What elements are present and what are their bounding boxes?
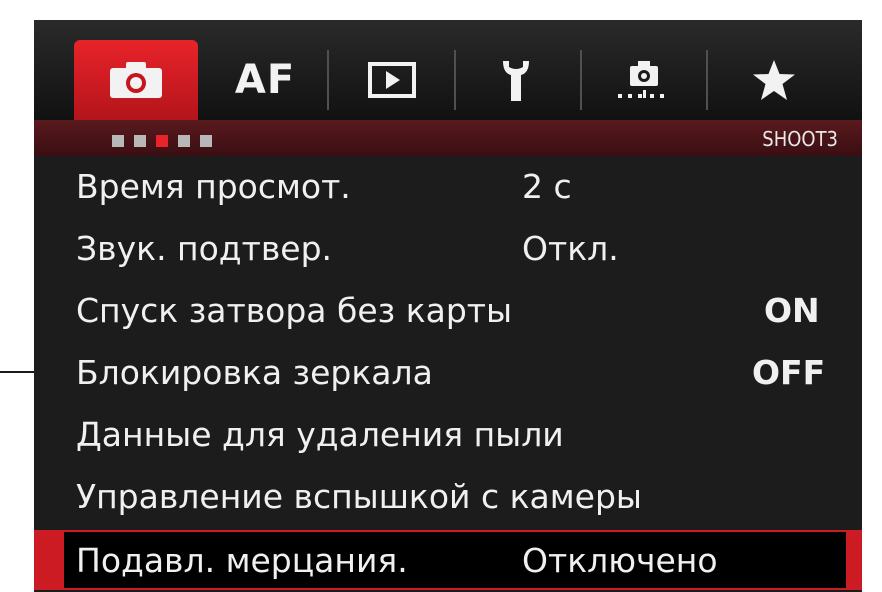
- menu-item-value: OFF: [752, 353, 826, 392]
- tab-playback[interactable]: [334, 40, 450, 120]
- menu-item-value: Отключено: [522, 541, 718, 580]
- menu-item-mirror-lockup[interactable]: Блокировка зеркала OFF: [34, 342, 862, 404]
- menu-item-label: Подавл. мерцания.: [76, 541, 408, 580]
- page-indicator-bar: SHOOT3: [34, 120, 862, 156]
- tab-custom-functions[interactable]: [584, 40, 704, 120]
- menu-tab-bar: AF: [34, 20, 862, 120]
- tab-af-label: AF: [234, 57, 296, 103]
- tab-separator: [580, 50, 582, 110]
- page-dot: [200, 135, 212, 147]
- page-dot-active: [156, 135, 168, 147]
- menu-item-label: Управление вспышкой с камеры: [76, 477, 642, 516]
- menu-item-release-without-card[interactable]: Спуск затвора без карты ON: [34, 280, 862, 342]
- menu-item-beep[interactable]: Звук. подтвер. Откл.: [34, 218, 862, 280]
- tab-af[interactable]: AF: [210, 40, 320, 120]
- camera-menu-screen: AF SHOOT3 Время просмот. 2 с Звук. подтв…: [34, 20, 862, 592]
- page-dot: [178, 135, 190, 147]
- play-icon: [367, 61, 417, 99]
- page-code-label: SHOOT3: [762, 127, 838, 151]
- menu-item-label: Спуск затвора без карты: [76, 291, 513, 330]
- menu-item-label: Время просмот.: [76, 167, 351, 206]
- menu-item-label: Звук. подтвер.: [76, 229, 333, 268]
- page-dot: [112, 135, 124, 147]
- tab-shooting[interactable]: [74, 40, 198, 120]
- tab-separator: [706, 50, 708, 110]
- menu-item-review-time[interactable]: Время просмот. 2 с: [34, 156, 862, 218]
- menu-item-value: Откл.: [522, 229, 619, 268]
- tab-separator: [327, 50, 329, 110]
- tab-my-menu[interactable]: [714, 40, 834, 120]
- menu-item-value: ON: [764, 291, 820, 330]
- menu-item-label: Блокировка зеркала: [76, 353, 433, 392]
- menu-item-value: 2 с: [522, 167, 572, 206]
- custom-function-icon: [614, 58, 674, 102]
- wrench-icon: [499, 57, 533, 103]
- camera-icon: [108, 60, 164, 100]
- menu-item-flicker-reduction[interactable]: Подавл. мерцания. Отключено: [34, 530, 862, 592]
- page-dot: [134, 135, 146, 147]
- menu-item-label: Данные для удаления пыли: [76, 415, 564, 454]
- menu-item-flash-control[interactable]: Управление вспышкой с камеры: [34, 466, 862, 528]
- menu-item-dust-delete-data[interactable]: Данные для удаления пыли: [34, 404, 862, 466]
- tab-separator: [454, 50, 456, 110]
- tab-setup[interactable]: [458, 40, 574, 120]
- star-icon: [751, 58, 797, 102]
